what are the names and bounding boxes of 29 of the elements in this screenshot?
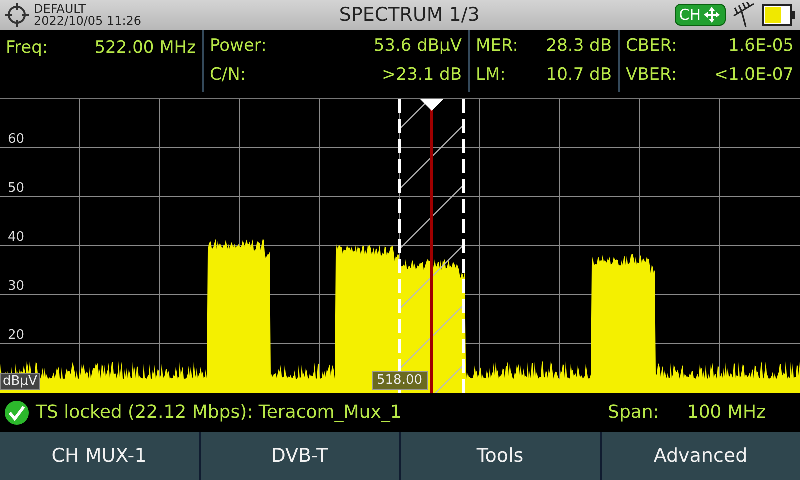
measure-value: 1.6E-05 bbox=[728, 36, 794, 56]
axis-label: 20 bbox=[8, 328, 25, 343]
screen-title: SPECTRUM 1/3 bbox=[338, 4, 481, 26]
measure-label: LM: bbox=[476, 65, 506, 86]
unit-label: dBµV bbox=[0, 373, 40, 390]
axis-label: 50 bbox=[8, 180, 25, 196]
measure-label: Power: bbox=[210, 36, 267, 56]
profile-name: DEFAULT bbox=[34, 2, 87, 15]
measure-label: Freq: bbox=[6, 38, 48, 58]
axis-label: 60 bbox=[8, 132, 25, 147]
measure-label: VBER: bbox=[626, 65, 678, 86]
span-value: 100 MHz bbox=[687, 402, 766, 424]
marker-frequency: 518.00 bbox=[372, 371, 428, 390]
measure-label: MER: bbox=[476, 36, 518, 56]
axis-label: 30 bbox=[8, 278, 25, 294]
measure-value: 28.3 dB bbox=[546, 36, 612, 56]
battery-icon bbox=[762, 4, 796, 26]
status-message: TS locked (22.12 Mbps): Teracom_Mux_1 bbox=[36, 402, 403, 424]
measure-value: 522.00 MHz bbox=[94, 38, 196, 58]
measure-label: CBER: bbox=[626, 36, 678, 56]
measure-label: C/N: bbox=[210, 65, 246, 86]
measure-value: >23.1 dB bbox=[382, 65, 462, 86]
axis-label: 40 bbox=[8, 230, 25, 245]
measure-value: 53.6 dBµV bbox=[374, 36, 462, 56]
crosshair-icon[interactable] bbox=[4, 2, 30, 28]
span-label: Span: bbox=[608, 402, 660, 424]
measure-value: 10.7 dB bbox=[546, 65, 612, 86]
date-time: 2022/10/05 11:26 bbox=[34, 14, 142, 27]
measure-value: <1.0E-07 bbox=[714, 65, 794, 86]
